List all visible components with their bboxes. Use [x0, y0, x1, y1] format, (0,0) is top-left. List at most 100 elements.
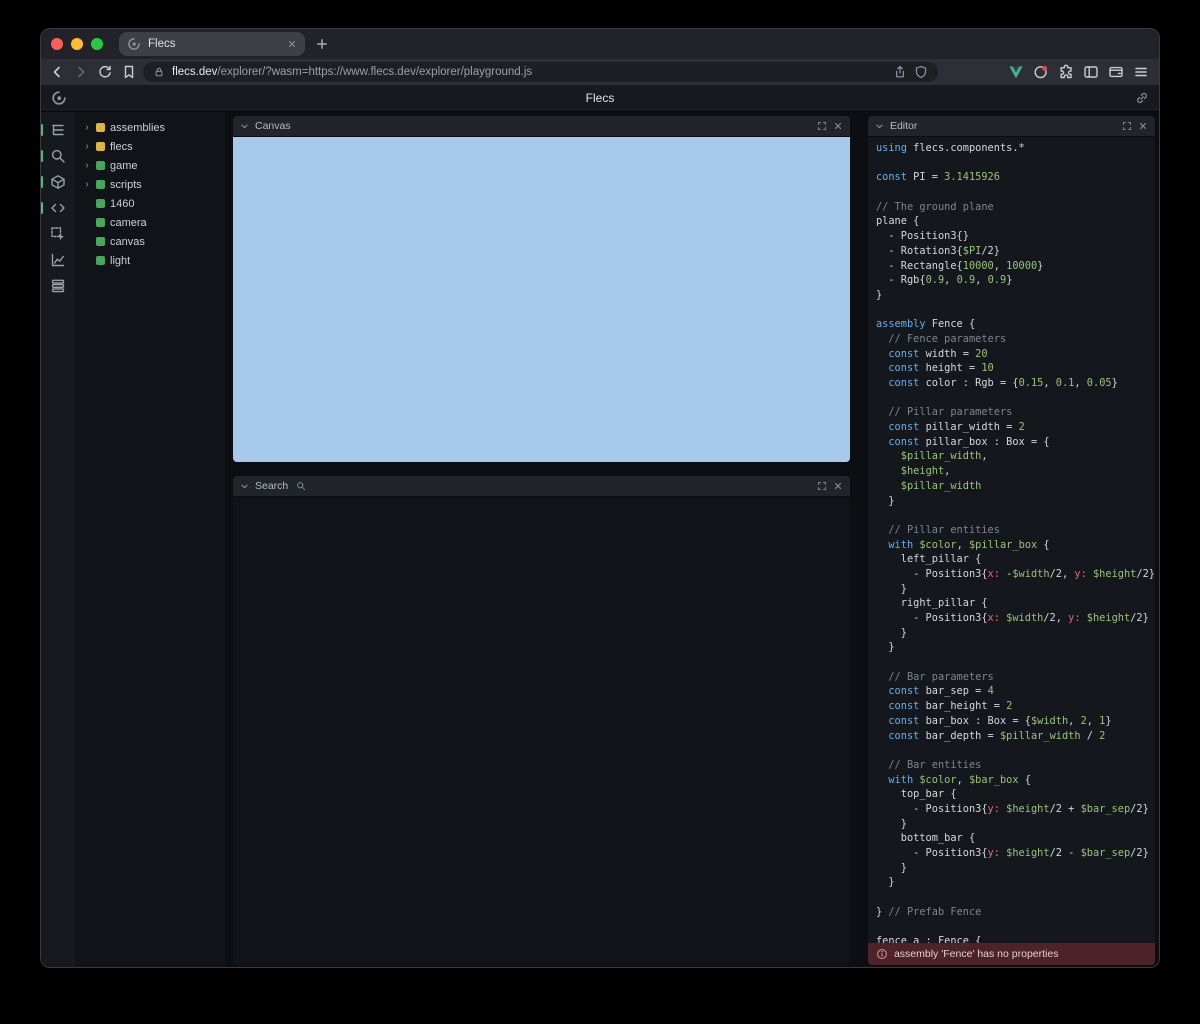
browser-tab[interactable]: Flecs [119, 32, 305, 56]
code-line: } [876, 817, 1155, 832]
flecs-logo-icon [127, 37, 141, 51]
close-window-button[interactable] [51, 38, 63, 50]
code-line: $pillar_width [876, 479, 1155, 494]
stats-icon[interactable] [46, 250, 70, 270]
tree-item-label: light [110, 255, 130, 267]
menu-icon[interactable] [1133, 64, 1149, 80]
code-line: with $color, $pillar_box { [876, 538, 1155, 553]
code-line [876, 185, 1155, 200]
chevron-down-icon[interactable] [875, 122, 884, 131]
canvas-panel-title: Canvas [255, 120, 291, 132]
app-header: Flecs [41, 85, 1159, 112]
tree-item-game[interactable]: ›game [81, 156, 225, 175]
code-line: const width = 20 [876, 347, 1155, 362]
brave-shield-icon[interactable] [914, 65, 928, 79]
flecs-logo-icon [51, 90, 67, 106]
expand-icon[interactable] [817, 121, 827, 131]
close-icon[interactable] [833, 481, 843, 491]
tree-item-1460[interactable]: 1460 [81, 194, 225, 213]
code-line: // Pillar parameters [876, 405, 1155, 420]
address-bar[interactable]: flecs.dev/explorer/?wasm=https://www.fle… [143, 62, 938, 82]
zoom-window-button[interactable] [91, 38, 103, 50]
inspector-icon [50, 226, 66, 242]
code-line: const bar_box : Box = {$width, 2, 1} [876, 714, 1155, 729]
close-icon[interactable] [833, 121, 843, 131]
extensions-puzzle-icon[interactable] [1058, 64, 1074, 80]
entity-color-square [96, 123, 105, 132]
code-line: $pillar_width, [876, 449, 1155, 464]
expand-icon[interactable] [817, 481, 827, 491]
tree-item-label: canvas [110, 236, 145, 248]
code-editor[interactable]: using flecs.components.*const PI = 3.141… [868, 137, 1155, 943]
entity-color-square [96, 142, 105, 151]
tree-item-canvas[interactable]: canvas [81, 232, 225, 251]
code-line: - Rectangle{10000, 10000} [876, 259, 1155, 274]
minimize-window-button[interactable] [71, 38, 83, 50]
code-line: const pillar_box : Box = { [876, 435, 1155, 450]
expander-icon[interactable]: › [83, 161, 91, 171]
tree-item-camera[interactable]: camera [81, 213, 225, 232]
url-path: /explorer/?wasm=https://www.flecs.dev/ex… [217, 66, 532, 78]
chevron-down-icon[interactable] [240, 482, 249, 491]
entity-color-square [96, 237, 105, 246]
expander-icon[interactable]: › [83, 123, 91, 133]
tree-item-scripts[interactable]: ›scripts [81, 175, 225, 194]
info-icon [876, 948, 888, 960]
code-line: assembly Fence { [876, 317, 1155, 332]
code-line: bottom_bar { [876, 831, 1155, 846]
canvas-viewport[interactable] [233, 137, 850, 462]
new-tab-button[interactable] [315, 37, 329, 51]
code-line: - Position3{y: $height/2 + $bar_sep/2} [876, 802, 1155, 817]
expander-icon[interactable]: › [83, 180, 91, 190]
back-icon[interactable] [49, 64, 65, 80]
tree-item-flecs[interactable]: ›flecs [81, 137, 225, 156]
code-line [876, 890, 1155, 905]
code-icon[interactable] [46, 198, 70, 218]
inspector-icon[interactable] [46, 224, 70, 244]
code-line: left_pillar { [876, 552, 1155, 567]
code-line: } [876, 494, 1155, 509]
code-line [876, 919, 1155, 934]
link-icon[interactable] [1135, 91, 1149, 105]
chevron-down-icon[interactable] [240, 122, 249, 131]
code-line: } // Prefab Fence [876, 905, 1155, 920]
forward-icon [73, 64, 89, 80]
tree-icon[interactable] [46, 120, 70, 140]
browser-toolbar: flecs.dev/explorer/?wasm=https://www.fle… [41, 59, 1159, 85]
tab-strip: Flecs [41, 29, 1159, 59]
code-line: - Rgb{0.9, 0.9, 0.9} [876, 273, 1155, 288]
tree-icon [50, 122, 66, 138]
layers-icon[interactable] [46, 276, 70, 296]
nav-buttons [49, 64, 137, 80]
cube-icon[interactable] [46, 172, 70, 192]
code-line: fence_a : Fence { [876, 934, 1155, 943]
code-line: } [876, 288, 1155, 303]
tree-item-assemblies[interactable]: ›assemblies [81, 118, 225, 137]
code-line: } [876, 582, 1155, 597]
search-icon[interactable] [46, 146, 70, 166]
code-line: const PI = 3.1415926 [876, 170, 1155, 185]
code-line [876, 655, 1155, 670]
reload-icon[interactable] [97, 64, 113, 80]
code-line [876, 391, 1155, 406]
wallet-icon[interactable] [1108, 64, 1124, 80]
share-icon[interactable] [893, 65, 907, 79]
recorder-extension-icon[interactable] [1033, 64, 1049, 80]
page-title: Flecs [586, 91, 615, 105]
code-line: } [876, 875, 1155, 890]
editor-panel-header: Editor [868, 116, 1155, 137]
editor-column: Editor using flecs.components.*const PI … [858, 112, 1159, 967]
entity-color-square [96, 256, 105, 265]
sidebar-toggle-icon[interactable] [1083, 64, 1099, 80]
tab-close-icon[interactable] [287, 39, 297, 49]
close-icon[interactable] [1138, 121, 1148, 131]
canvas-panel-header: Canvas [233, 116, 850, 137]
expander-icon[interactable]: › [83, 142, 91, 152]
search-icon [50, 148, 66, 164]
browser-window: Flecs flecs.dev/explorer/?wasm=https://w… [40, 28, 1160, 968]
code-line: top_bar { [876, 787, 1155, 802]
tree-item-light[interactable]: light [81, 251, 225, 270]
expand-icon[interactable] [1122, 121, 1132, 131]
bookmark-icon[interactable] [121, 64, 137, 80]
vue-extension-icon[interactable] [1008, 64, 1024, 80]
